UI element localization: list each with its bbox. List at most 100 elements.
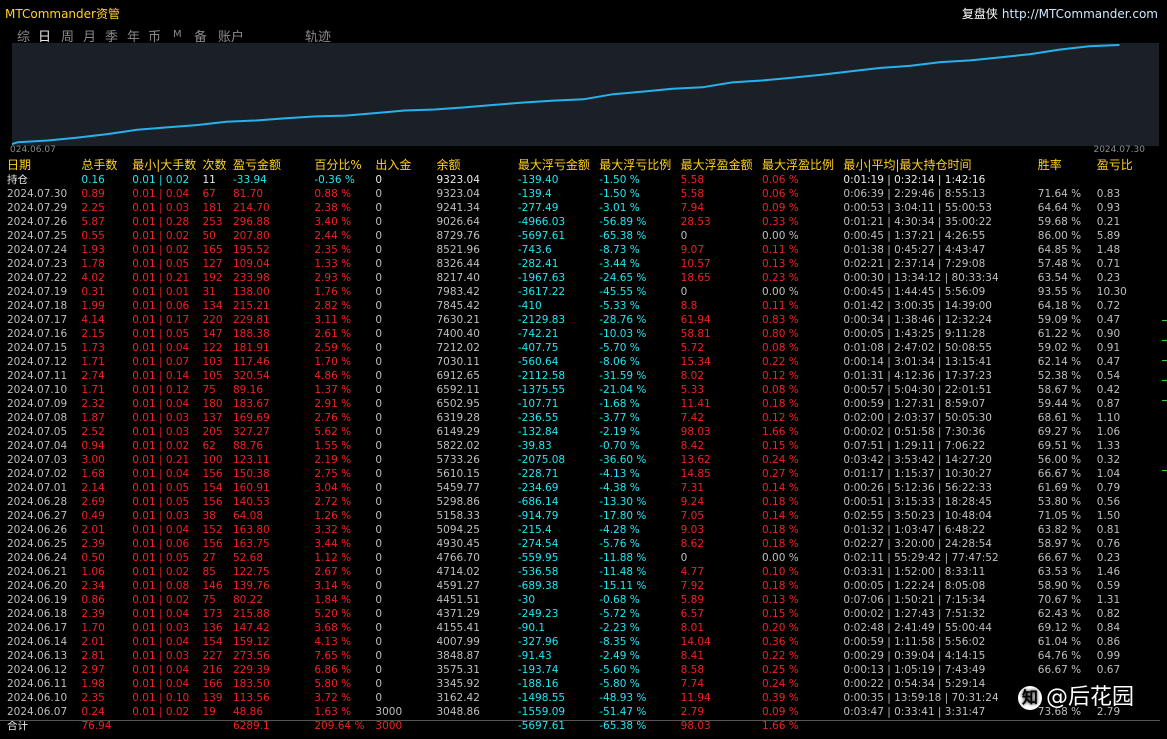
- cell-balance: 9241.34: [436, 202, 480, 214]
- table-row[interactable]: 2024.07.18 1.99 0.01 | 0.06 134 215.21 2.82 %…: [0, 299, 1160, 313]
- column-header-max_float_profit_pct[interactable]: 最大浮盈比例: [762, 158, 843, 173]
- column-header-max_float_loss_pct[interactable]: 最大浮亏比例: [599, 158, 680, 173]
- table-row[interactable]: 2024.06.07 0.24 0.01 | 0.02 19 48.86 1.63 % 30…: [0, 705, 1160, 719]
- table-row[interactable]: 2024.07.03 3.00 0.01 | 0.21 100 123.11 2.19 %…: [0, 453, 1160, 467]
- cell-pnl: 320.54: [232, 370, 270, 382]
- cell-winrate: 59.02 %: [1037, 342, 1082, 354]
- table-row[interactable]: 2024.07.01 2.14 0.01 | 0.05 154 160.91 3.04 %…: [0, 481, 1160, 495]
- table-row[interactable]: 2024.07.23 1.78 0.01 | 0.05 127 109.04 1.33 %…: [0, 257, 1160, 271]
- column-header-max_float_profit[interactable]: 最大浮盈金额: [681, 158, 762, 173]
- table-row[interactable]: 2024.06.26 2.01 0.01 | 0.04 152 163.80 3.32 %…: [0, 523, 1160, 537]
- table-row[interactable]: 2024.07.05 2.52 0.01 | 0.03 205 327.27 5.62 %…: [0, 425, 1160, 439]
- column-header-winrate[interactable]: 胜率: [1038, 158, 1097, 173]
- cell-balance: 6319.28: [436, 412, 480, 424]
- table-row[interactable]: 2024.06.19 0.86 0.01 | 0.02 75 80.22 1.84 % 0 4…: [0, 593, 1160, 607]
- table-row[interactable]: 2024.06.11 1.98 0.01 | 0.04 166 183.50 5.80 %…: [0, 677, 1160, 691]
- table-row[interactable]: 2024.06.10 2.35 0.01 | 0.10 139 113.56 3.72 %…: [0, 691, 1160, 705]
- cell-max_float_profit_pct: 0.11 %: [762, 300, 799, 312]
- table-row[interactable]: 2024.06.20 2.34 0.01 | 0.08 146 139.76 3.14 %…: [0, 579, 1160, 593]
- cell-pct: 1.33 %: [314, 258, 352, 270]
- table-row[interactable]: 2024.07.11 2.74 0.01 | 0.14 105 320.54 4.86 %…: [0, 369, 1160, 383]
- table-row[interactable]: 2024.07.04 0.94 0.01 | 0.02 62 88.76 1.55 % 0 5…: [0, 439, 1160, 453]
- column-header-lots[interactable]: 总手数: [81, 158, 132, 173]
- table-row[interactable]: 2024.06.25 2.39 0.01 | 0.06 156 163.75 3.44 %…: [0, 537, 1160, 551]
- table-row[interactable]: 2024.07.25 0.55 0.01 | 0.02 50 207.80 2.44 % 0…: [0, 229, 1160, 243]
- table-row[interactable]: 2024.07.08 1.87 0.01 | 0.03 137 169.69 2.76 %…: [0, 411, 1160, 425]
- column-header-balance[interactable]: 余额: [436, 158, 517, 173]
- cell-date: 2024.07.29: [7, 202, 68, 214]
- cell-max_float_profit: 7.94: [680, 202, 705, 214]
- cell-minmax: 0.01 | 0.21: [132, 454, 190, 466]
- table-row[interactable]: 2024.07.26 5.87 0.01 | 0.28 253 296.88 3.40 %…: [0, 215, 1160, 229]
- column-header-pnl[interactable]: 盈亏金额: [233, 158, 314, 173]
- cell-minmax: 0.01 | 0.02: [132, 706, 190, 718]
- column-header-max_float_loss[interactable]: 最大浮亏金额: [518, 158, 599, 173]
- column-header-date[interactable]: 日期: [0, 158, 81, 173]
- cell-max_float_loss_pct: -15.11 %: [599, 580, 647, 592]
- column-header-minmax[interactable]: 最小|大手数: [132, 158, 202, 173]
- cell-minmax: 0.01 | 0.04: [132, 468, 190, 480]
- cell-max_float_profit_pct: 0.13 %: [762, 258, 799, 270]
- cell-max_float_profit: 14.04: [680, 636, 711, 648]
- equity-point: [731, 81, 733, 84]
- cell-date: 2024.07.24: [7, 244, 68, 256]
- cell-pnl: 150.38: [232, 468, 270, 480]
- cell-pnl: -33.94: [232, 174, 267, 186]
- column-header-hold_time[interactable]: 最小|平均|最大持仓时间: [843, 158, 1037, 173]
- cell-deposit: 0: [375, 468, 383, 480]
- cell-deposit: 0: [375, 342, 383, 354]
- cell-ratio: 0.79: [1096, 482, 1121, 494]
- brand-url[interactable]: http://MTCommander.com: [1002, 7, 1158, 21]
- table-row[interactable]: 2024.06.21 1.06 0.01 | 0.02 85 122.75 2.67 % 0…: [0, 565, 1160, 579]
- table-row[interactable]: 2024.07.22 4.02 0.01 | 0.21 192 233.98 2.93 %…: [0, 271, 1160, 285]
- table-row[interactable]: 2024.06.12 2.97 0.01 | 0.04 216 229.39 6.86 %…: [0, 663, 1160, 677]
- cell-deposit: 0: [375, 636, 383, 648]
- cell-winrate: 58.90 %: [1037, 580, 1082, 592]
- holding-row[interactable]: 持仓 0.16 0.01 | 0.02 11 -33.94 -0.36 % 0 9323.04…: [0, 173, 1160, 187]
- table-row[interactable]: 2024.06.18 2.39 0.01 | 0.04 173 215.88 5.20 %…: [0, 607, 1160, 621]
- brand-link[interactable]: 复盘侠 http://MTCommander.com: [962, 5, 1158, 22]
- cell-lots: 0.49: [81, 510, 105, 522]
- cell-hold_time: 0:00:34 | 1:38:46 | 12:32:24: [843, 314, 992, 326]
- cell-lots: 0.16: [81, 174, 105, 186]
- cell-balance: 9323.04: [436, 188, 480, 200]
- cell-deposit: 0: [375, 454, 383, 466]
- table-row[interactable]: 2024.06.24 0.50 0.01 | 0.05 27 52.68 1.12 % 0 4…: [0, 551, 1160, 565]
- table-row[interactable]: 2024.07.17 4.14 0.01 | 0.17 220 229.81 3.11 %…: [0, 313, 1160, 327]
- tab-7[interactable]: M: [173, 29, 182, 40]
- cell-balance: 6592.11: [436, 384, 480, 396]
- table-row[interactable]: 2024.07.30 0.89 0.01 | 0.04 67 81.70 0.88 % 0 9…: [0, 187, 1160, 201]
- table-row[interactable]: 2024.07.12 1.71 0.01 | 0.07 103 117.46 1.70 %…: [0, 355, 1160, 369]
- table-row[interactable]: 2024.06.13 2.81 0.01 | 0.03 227 273.56 7.65 %…: [0, 649, 1160, 663]
- cell-max_float_loss: -249.23: [517, 608, 559, 620]
- scroll-indicator[interactable]: [1162, 320, 1167, 520]
- cell-count: 154: [202, 482, 223, 494]
- table-row[interactable]: 2024.07.02 1.68 0.01 | 0.04 156 150.38 2.75 %…: [0, 467, 1160, 481]
- cell-max_float_profit: 5.58: [680, 174, 705, 186]
- table-row[interactable]: 2024.07.16 2.15 0.01 | 0.05 147 188.38 2.61 %…: [0, 327, 1160, 341]
- cell-winrate: 63.54 %: [1037, 272, 1082, 284]
- table-row[interactable]: 2024.06.17 1.70 0.01 | 0.03 136 147.42 3.68 %…: [0, 621, 1160, 635]
- column-header-count[interactable]: 次数: [202, 158, 233, 173]
- cell-hold_time: 0:07:06 | 1:50:21 | 7:15:34: [843, 594, 986, 606]
- table-row[interactable]: 2024.07.15 1.73 0.01 | 0.04 122 181.91 2.59 %…: [0, 341, 1160, 355]
- table-row[interactable]: 2024.07.09 2.32 0.01 | 0.04 180 183.67 2.91 %…: [0, 397, 1160, 411]
- total-row[interactable]: 合计 76.94 6289.1 209.64 % 3000 -5697.61 -65.38 …: [0, 719, 1160, 733]
- equity-point: [493, 104, 495, 106]
- table-row[interactable]: 2024.07.29 2.25 0.01 | 0.03 181 214.70 2.38 %…: [0, 201, 1160, 215]
- column-header-pct[interactable]: 百分比%: [314, 158, 375, 173]
- table-row[interactable]: 2024.06.27 0.49 0.01 | 0.03 38 64.08 1.26 % 0 5…: [0, 509, 1160, 523]
- table-row[interactable]: 2024.07.10 1.71 0.01 | 0.12 75 89.16 1.37 % 0 6…: [0, 383, 1160, 397]
- cell-max_float_loss_pct: -1.50 %: [599, 174, 640, 186]
- table-row[interactable]: 2024.06.28 2.69 0.01 | 0.05 156 140.53 2.72 %…: [0, 495, 1160, 509]
- column-header-deposit[interactable]: 出入金: [375, 158, 436, 173]
- cell-hold_time: 0:02:48 | 2:41:49 | 55:00:44: [843, 622, 992, 634]
- column-header-ratio[interactable]: 盈亏比: [1097, 158, 1160, 173]
- table-row[interactable]: 2024.06.14 2.01 0.01 | 0.04 154 159.12 4.13 %…: [0, 635, 1160, 649]
- cell-max_float_loss_pct: -65.38 %: [599, 230, 647, 242]
- table-row[interactable]: 2024.07.24 1.93 0.01 | 0.02 165 195.52 2.35 %…: [0, 243, 1160, 257]
- table-row[interactable]: 2024.07.19 0.31 0.01 | 0.01 31 138.00 1.76 % 0…: [0, 285, 1160, 299]
- cell-max_float_loss_pct: -2.49 %: [599, 650, 640, 662]
- cell-pnl: 48.86: [232, 706, 264, 718]
- cell-date: 2024.06.24: [7, 552, 68, 564]
